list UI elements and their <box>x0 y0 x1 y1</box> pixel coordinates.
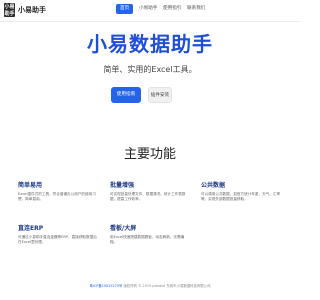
guide-button[interactable]: 使用指南 <box>111 87 141 103</box>
top-navbar: 小易 助手 小易助手 首页 小易助手 使用指引 联系我们 <box>0 0 300 22</box>
feature-desc: 可实现批量处理文件、数据清洗、统计工作表数据，提高工作效率。 <box>110 192 186 201</box>
feature-dashboard: 看板/大屏 用Excel快速搭建数据看板，动态刷新，无需编程。 <box>110 223 190 245</box>
feature-batch: 批量增强 可实现批量处理文件、数据清洗、统计工作表数据，提高工作效率。 <box>110 180 190 202</box>
feature-title: 简单易用 <box>18 182 43 189</box>
feature-desc: 可通过小易助手直连金蝶等ERP，直接获取数据后在Excel里处理。 <box>18 235 97 244</box>
nav-item-assistant[interactable]: 小易助手 <box>139 4 157 14</box>
footer: 粤ICP备19025275号 版权所有 © 2019-present 东莞市小易… <box>0 283 300 288</box>
feature-title: 看板/大屏 <box>110 225 137 232</box>
nav-item-guide[interactable]: 使用指引 <box>163 4 181 14</box>
nav-item-contact[interactable]: 联系我们 <box>187 4 205 14</box>
nav-item-home[interactable]: 首页 <box>116 4 134 14</box>
feature-title: 直连ERP <box>18 225 44 232</box>
feature-easy: 简单易用 Excel插件式的工具，符合普通办公用户的使用习惯，简单易用。 <box>18 180 98 202</box>
feature-title: 公共数据 <box>201 182 226 189</box>
feature-erp: 直连ERP 可通过小易助手直连金蝶等ERP，直接获取数据后在Excel里处理。 <box>18 223 98 245</box>
feature-public-data: 公共数据 可以调用公共数据，如官方统计年鉴，天气、汇率等，实现外部数据批量获取。 <box>201 180 281 202</box>
feature-desc: 可以调用公共数据，如官方统计年鉴，天气、汇率等，实现外部数据批量获取。 <box>201 192 281 201</box>
feature-title: 批量增强 <box>110 182 135 189</box>
copyright-text: 版权所有 © 2019-present 东莞市小易数据科技有限公司 <box>123 284 211 288</box>
icp-link[interactable]: 粤ICP备19025275号 <box>90 284 123 288</box>
install-button[interactable]: 插件安装 <box>148 87 172 103</box>
brand-name[interactable]: 小易助手 <box>18 5 46 15</box>
hero-title: 小易数据助手 <box>87 32 213 56</box>
feature-desc: Excel插件式的工具，符合普通办公用户的使用习惯，简单易用。 <box>18 192 96 201</box>
feature-desc: 用Excel快速搭建数据看板，动态刷新，无需编程。 <box>110 235 185 244</box>
features-title: 主要功能 <box>123 147 176 162</box>
page: 小易 助手 小易助手 首页 小易助手 使用指引 联系我们 小易数据助手 简单、实用… <box>0 0 300 300</box>
brand-logo[interactable]: 小易 助手 <box>4 3 15 17</box>
hero-subtitle: 简单、实用的Excel工具。 <box>103 65 197 74</box>
